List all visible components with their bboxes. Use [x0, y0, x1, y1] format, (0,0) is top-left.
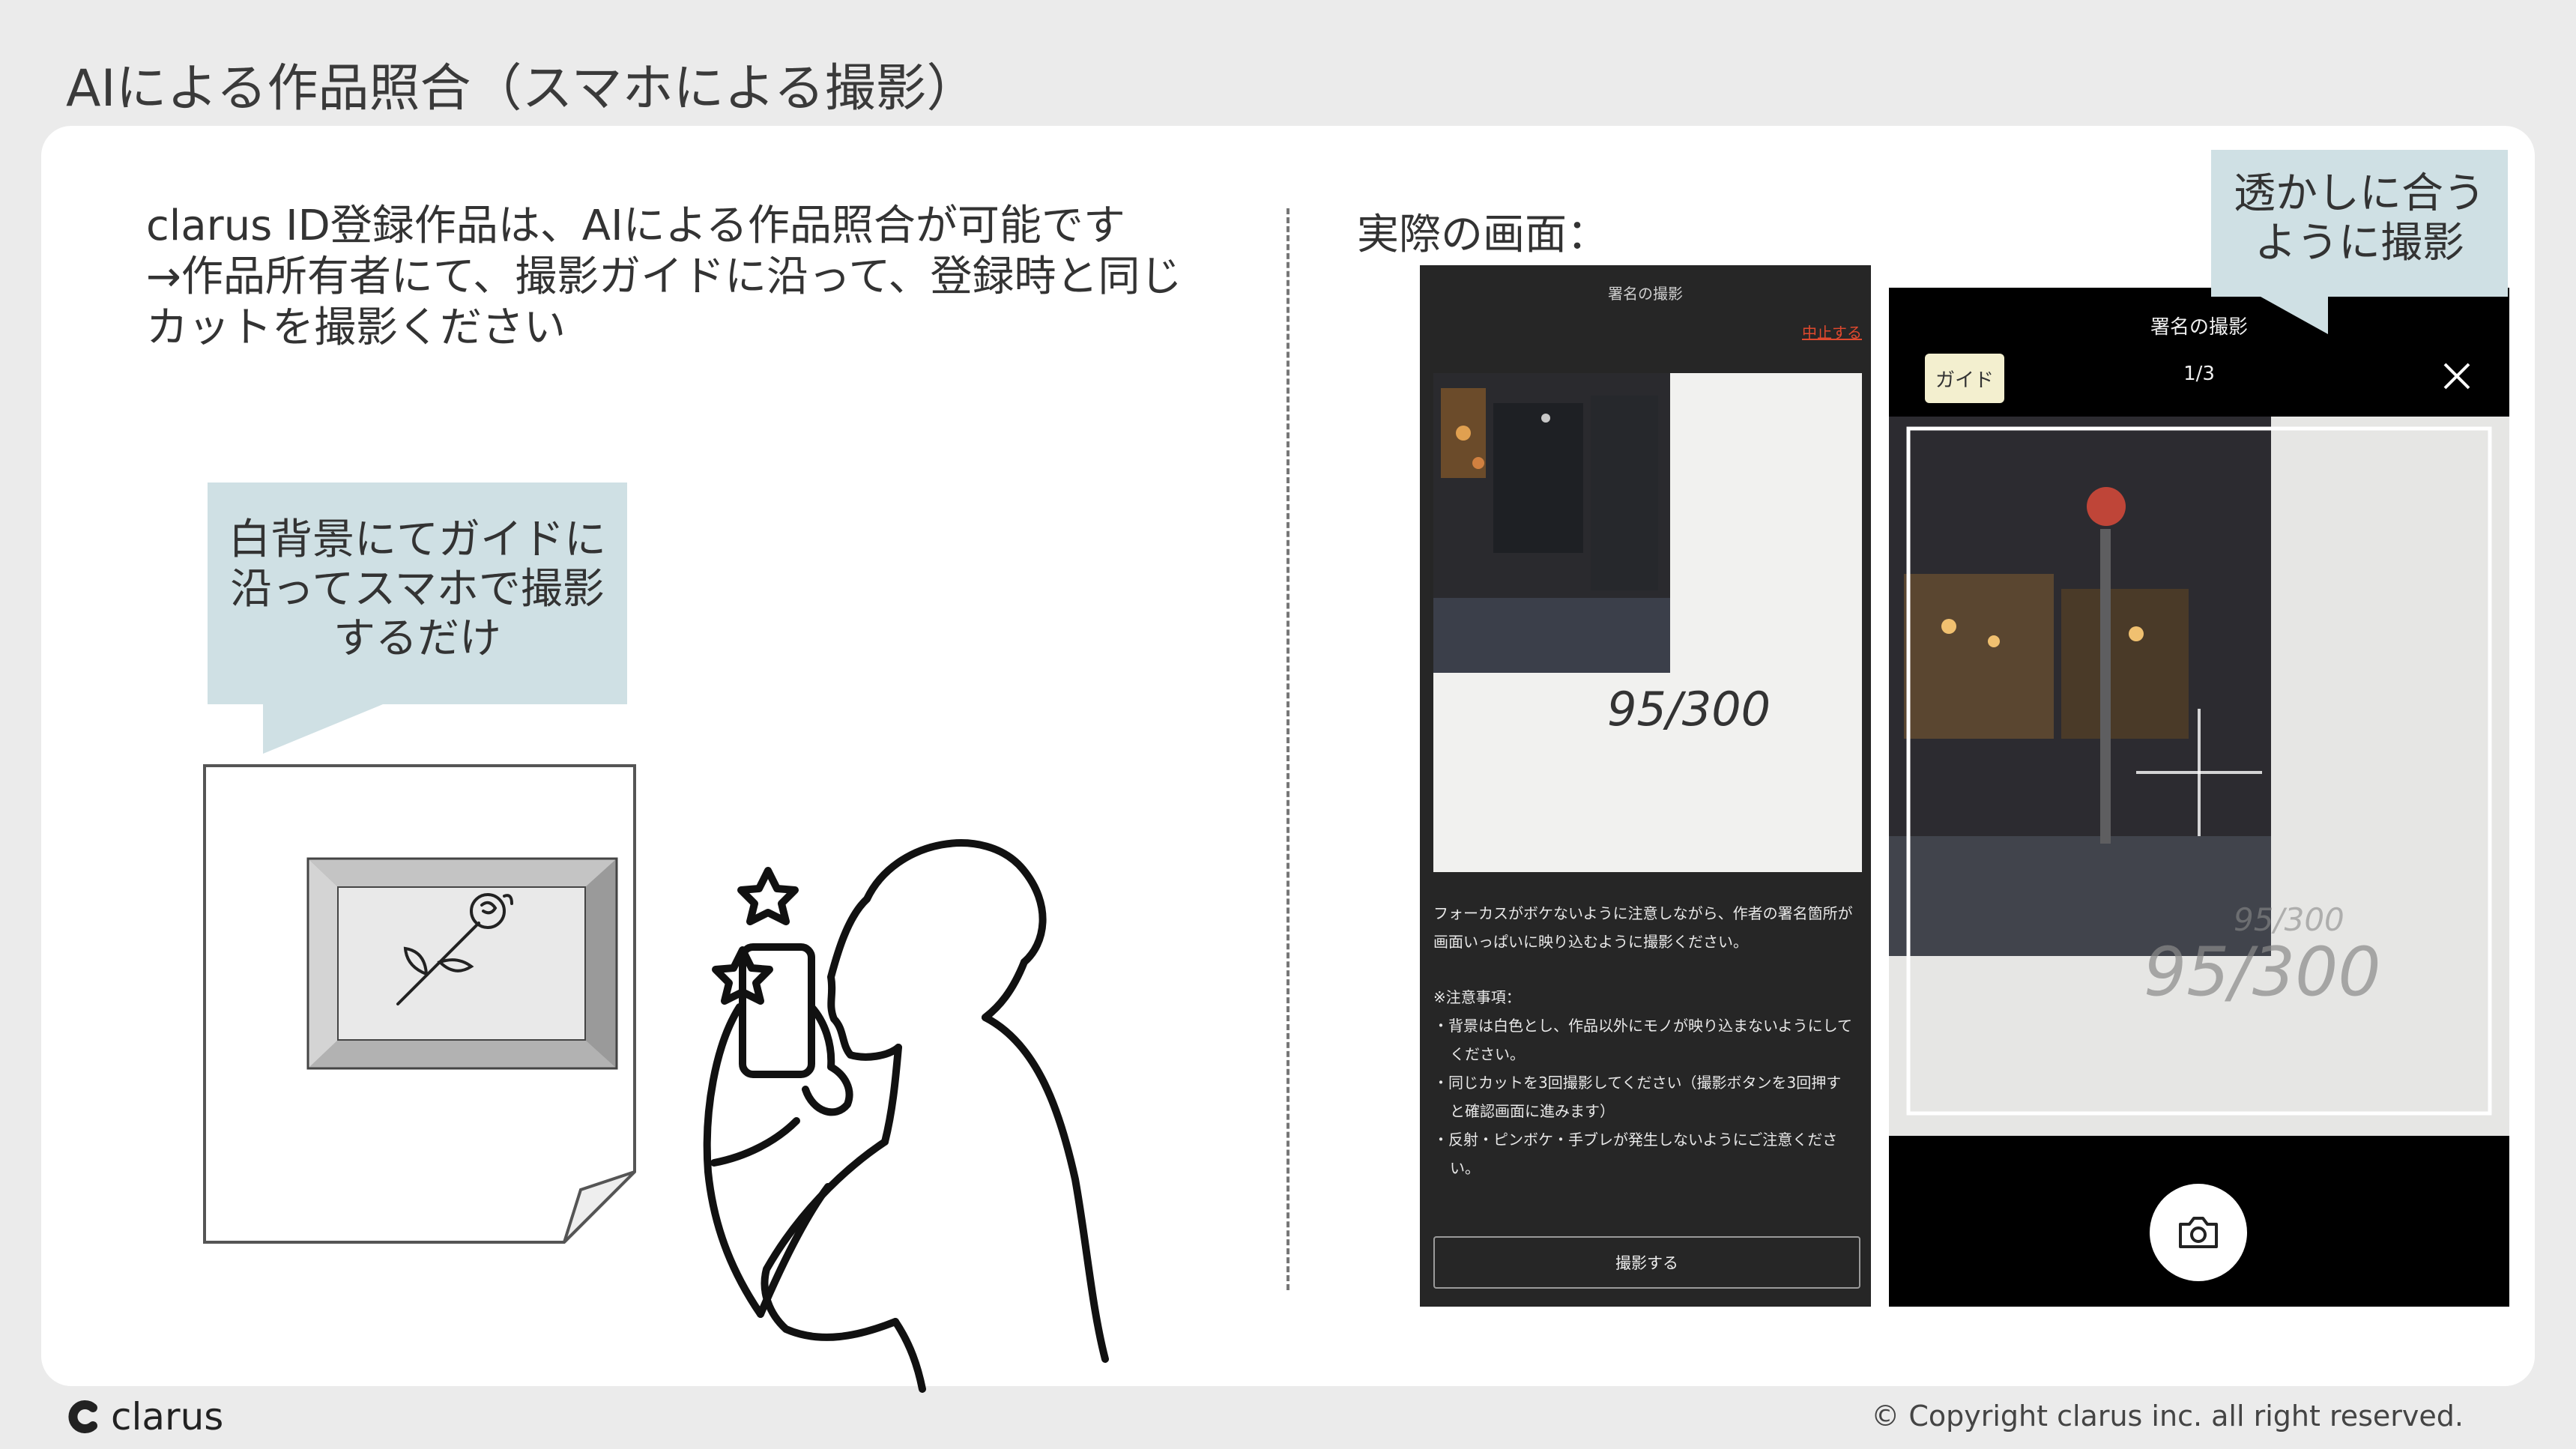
cancel-link[interactable]: 中止する — [1802, 321, 1862, 342]
instruction-line-2: 画面いっぱいに映り込むように撮影ください。 — [1433, 933, 1748, 951]
note-1a: ・背景は白色とし、作品以外にモノが映り込まないようにして — [1433, 1017, 1852, 1035]
right-bubble-tail — [2261, 297, 2328, 334]
camera-icon — [2179, 1217, 2218, 1248]
guide-instructions: フォーカスがボケないように注意しながら、作者の署名箇所が 画面いっぱいに映り込む… — [1433, 899, 1860, 1182]
phone-screen-camera: 署名の撮影 95/300 95/300 ガイド 1/3 — [1889, 288, 2509, 1307]
instruction-line-1: フォーカスがボケないように注意しながら、作者の署名箇所が — [1433, 904, 1853, 922]
person-with-smartphone-illustration — [703, 839, 1109, 1393]
left-bubble-line-2: 沿ってスマホで撮影 — [230, 565, 605, 614]
clarus-logo-icon — [68, 1400, 97, 1433]
note-3a: ・反射・ピンボケ・手ブレが発生しないようにご注意くださ — [1433, 1131, 1838, 1149]
notes-title: ※注意事項： — [1433, 988, 1521, 1006]
copyright-text: © Copyright clarus inc. all right reserv… — [1871, 1400, 2464, 1433]
note-3b: い。 — [1450, 1159, 1480, 1177]
content-card: clarus ID登録作品は、AIによる作品照合が可能です →作品所有者にて、撮… — [41, 126, 2535, 1393]
note-1b: ください。 — [1450, 1045, 1525, 1063]
dashed-divider — [1287, 208, 1289, 1290]
description-line-3: カットを撮影ください — [146, 303, 566, 352]
description-line-1: clarus ID登録作品は、AIによる作品照合が可能です — [146, 202, 1125, 250]
artwork-paper-illustration — [203, 764, 636, 1244]
framed-artwork — [306, 857, 618, 1070]
right-bubble-line-2: ように撮影 — [2255, 219, 2464, 267]
signature-text: 95/300 — [2144, 933, 2381, 1011]
right-speech-bubble: 透かしに合う ように撮影 — [2211, 150, 2508, 334]
close-icon[interactable] — [2442, 361, 2472, 391]
signature-text: 95/300 — [1607, 682, 1771, 736]
left-bubble-line-3: するだけ — [333, 614, 501, 663]
page-title: AIによる作品照合（スマホによる撮影） — [66, 59, 978, 118]
signature-photo-image: 95/300 — [1433, 373, 1862, 872]
shutter-button[interactable] — [2150, 1184, 2247, 1281]
screen-header: 署名の撮影 — [1608, 285, 1683, 303]
description-line-2: →作品所有者にて、撮影ガイドに沿って、登録時と同じ — [146, 252, 1182, 301]
shoot-button[interactable]: 撮影する — [1433, 1236, 1860, 1289]
note-2a: ・同じカットを3回撮影してください（撮影ボタンを3回押す — [1433, 1074, 1842, 1092]
sample-signature-photo: 95/300 — [1433, 373, 1862, 872]
left-bubble-line-1: 白背景にてガイドに — [229, 515, 606, 564]
camera-screen-header: 署名の撮影 — [2150, 316, 2248, 339]
note-2b: と確認画面に進みます） — [1450, 1102, 1615, 1120]
shot-counter: 1/3 — [2183, 363, 2215, 385]
phone-screen-guide: 署名の撮影 中止する 95/300 フォーカスがボケないように注意しながら、作者… — [1420, 265, 1871, 1307]
sparkle-icon-1 — [737, 867, 799, 925]
logo-text: clarus — [111, 1395, 224, 1439]
left-bubble-tail — [263, 704, 383, 754]
description: clarus ID登録作品は、AIによる作品照合が可能です →作品所有者にて、撮… — [146, 201, 1315, 354]
footer-logo: clarus — [66, 1395, 223, 1439]
actual-screen-label: 実際の画面： — [1357, 211, 1609, 259]
right-bubble-line-1: 透かしに合う — [2234, 169, 2485, 218]
left-speech-bubble: 白背景にてガイドに 沿ってスマホで撮影 するだけ — [208, 483, 627, 754]
signature-watermark: 95/300 — [2234, 901, 2344, 938]
